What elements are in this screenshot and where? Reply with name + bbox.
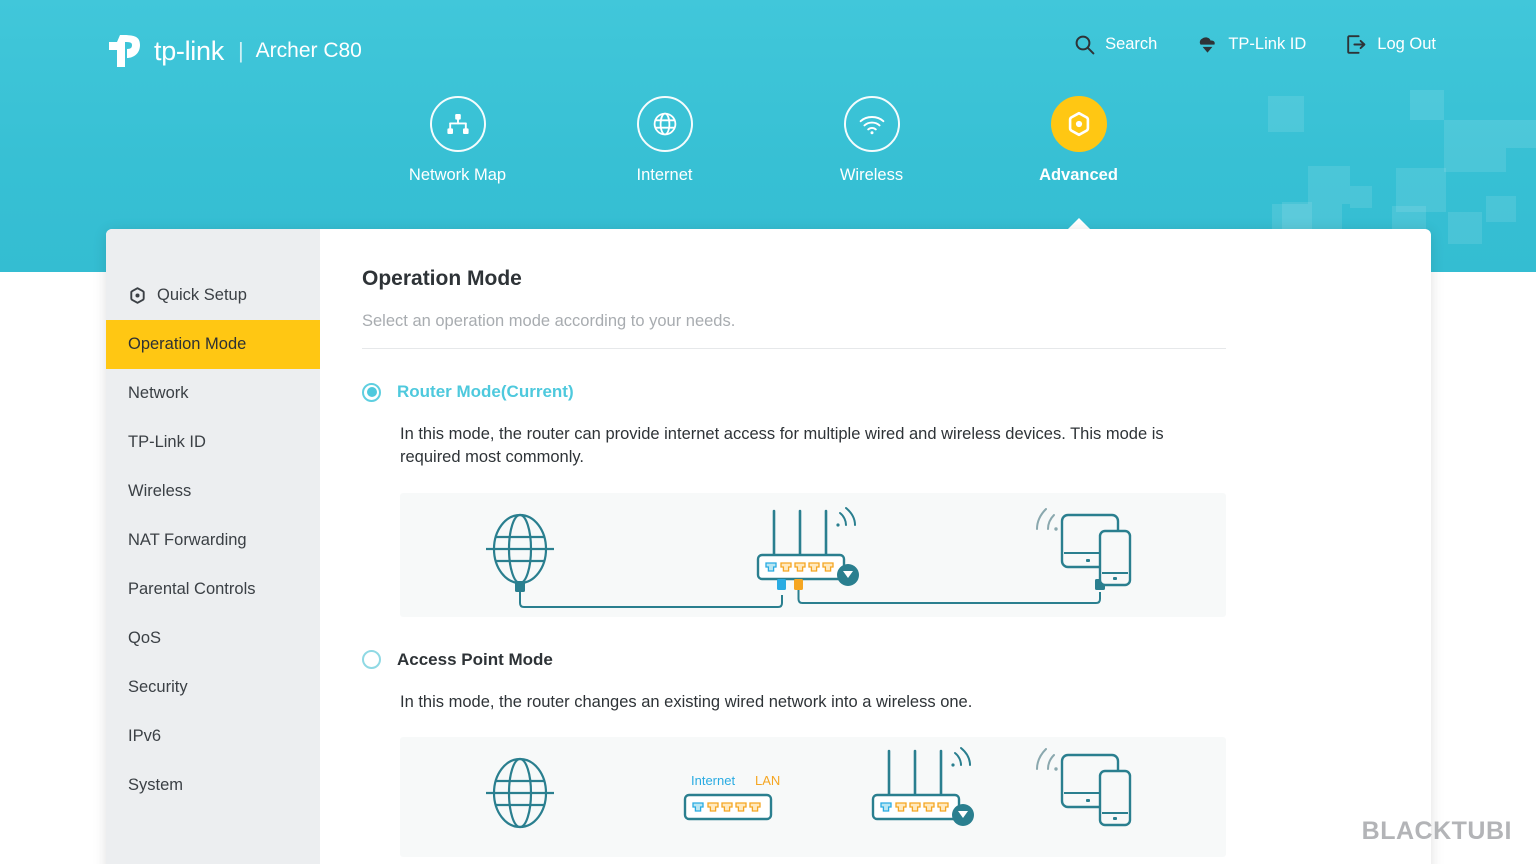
- network-map-icon: [429, 96, 486, 152]
- search-icon: [1074, 34, 1095, 55]
- header-actions: Search TP-Link ID Log Out: [1074, 34, 1436, 55]
- logout-button[interactable]: Log Out: [1346, 34, 1436, 55]
- sidebar-item-nat-forwarding[interactable]: NAT Forwarding: [106, 516, 320, 565]
- diagram-label-internet: Internet: [691, 773, 735, 788]
- content-card: Quick Setup Operation Mode Network TP-Li…: [106, 229, 1431, 864]
- nav-label-wireless: Wireless: [839, 166, 904, 184]
- router-mode-radio[interactable]: [362, 382, 381, 402]
- wifi-icon: [843, 96, 900, 152]
- diagram-label-lan: LAN: [755, 773, 780, 788]
- sidebar-label-wireless: Wireless: [128, 482, 192, 500]
- sidebar-item-wireless[interactable]: Wireless: [106, 467, 320, 516]
- globe-icon: [636, 96, 693, 152]
- mode-option-router: Router Mode(Current) In this mode, the r…: [362, 382, 1387, 617]
- sidebar-item-qos[interactable]: QoS: [106, 614, 320, 663]
- nav-item-wireless[interactable]: Wireless: [826, 96, 918, 185]
- access-point-mode-label: Access Point Mode: [397, 649, 553, 669]
- nav-label-internet: Internet: [636, 166, 693, 184]
- sidebar-item-network[interactable]: Network: [106, 369, 320, 418]
- sidebar-label-network: Network: [128, 384, 189, 402]
- sidebar-label-parental-controls: Parental Controls: [128, 580, 256, 598]
- sidebar-label-ipv6: IPv6: [128, 727, 162, 745]
- sidebar-item-parental-controls[interactable]: Parental Controls: [106, 565, 320, 614]
- tplink-id-icon: [1197, 34, 1218, 55]
- nav-label-network-map: Network Map: [408, 166, 507, 184]
- nav-label-advanced: Advanced: [1039, 166, 1118, 184]
- access-point-mode-description: In this mode, the router changes an exis…: [400, 692, 973, 711]
- nav-item-internet[interactable]: Internet: [619, 96, 711, 185]
- logout-icon: [1346, 34, 1367, 55]
- tplink-id-label: TP-Link ID: [1228, 35, 1307, 53]
- gear-icon: [128, 286, 147, 305]
- brand-name: tp-link: [154, 35, 224, 66]
- sidebar-label-system: System: [128, 776, 184, 794]
- page-subtitle: Select an operation mode according to yo…: [362, 312, 1226, 349]
- sidebar-item-ipv6[interactable]: IPv6: [106, 712, 320, 761]
- search-label: Search: [1105, 35, 1158, 53]
- logout-label: Log Out: [1377, 35, 1436, 53]
- sidebar-menu: Quick Setup Operation Mode Network TP-Li…: [106, 229, 320, 864]
- brand-separator: |: [237, 38, 244, 63]
- nav-item-network-map[interactable]: Network Map: [408, 96, 507, 185]
- router-mode-radio-row[interactable]: Router Mode(Current): [362, 382, 1387, 402]
- router-mode-diagram: [400, 492, 1226, 617]
- sidebar-item-system[interactable]: System: [106, 761, 320, 810]
- sidebar-item-quick-setup[interactable]: Quick Setup: [106, 271, 320, 320]
- router-admin-page: tp-link | Archer C80 Search TP-Link ID L…: [0, 0, 1536, 864]
- sidebar-label-nat-forwarding: NAT Forwarding: [128, 531, 247, 549]
- gear-icon: [1050, 96, 1107, 152]
- sidebar-label-operation-mode: Operation Mode: [128, 335, 247, 353]
- sidebar-label-tplink-id: TP-Link ID: [128, 433, 206, 451]
- router-mode-description: In this mode, the router can provide int…: [400, 425, 1164, 466]
- access-point-mode-radio[interactable]: [362, 650, 381, 670]
- access-point-mode-diagram: Internet LAN: [400, 737, 1226, 858]
- nav-item-advanced[interactable]: Advanced: [1033, 96, 1125, 235]
- brand: tp-link | Archer C80: [106, 31, 362, 71]
- mode-option-access-point: Access Point Mode In this mode, the rout…: [362, 650, 1387, 858]
- sidebar-label-security: Security: [128, 678, 188, 696]
- search-button[interactable]: Search: [1074, 34, 1157, 55]
- page-title: Operation Mode: [362, 267, 522, 290]
- device-model: Archer C80: [255, 39, 362, 62]
- tp-link-logo-icon: [106, 31, 148, 71]
- sidebar-item-tplink-id[interactable]: TP-Link ID: [106, 418, 320, 467]
- sidebar-item-security[interactable]: Security: [106, 663, 320, 712]
- access-point-mode-radio-row[interactable]: Access Point Mode: [362, 650, 1387, 670]
- sidebar-item-operation-mode[interactable]: Operation Mode: [106, 320, 320, 369]
- sidebar-label-quick-setup: Quick Setup: [157, 286, 247, 304]
- sidebar-label-qos: QoS: [128, 629, 162, 647]
- watermark: BLACKTUBI: [1361, 817, 1512, 845]
- main-navigation: Network Map Internet Wireless Advanced: [0, 96, 1536, 235]
- main-content: Operation Mode Select an operation mode …: [320, 229, 1431, 864]
- tplink-id-button[interactable]: TP-Link ID: [1197, 34, 1306, 55]
- router-mode-label: Router Mode(Current): [397, 382, 574, 401]
